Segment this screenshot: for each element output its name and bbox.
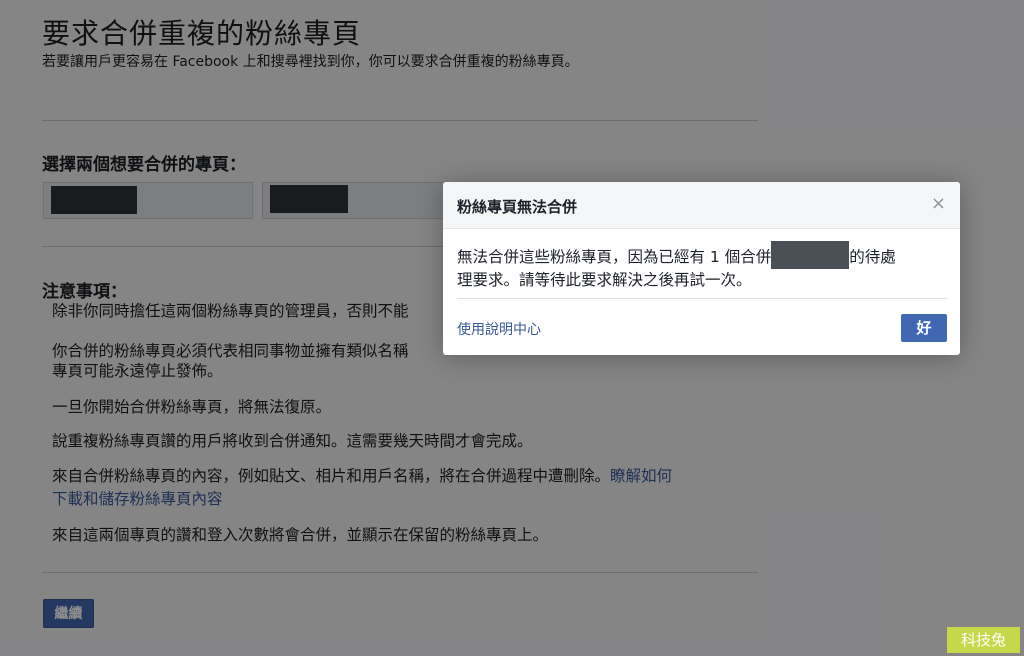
help-center-link[interactable]: 使用說明中心: [457, 319, 541, 339]
merge-error-dialog: 粉絲專頁無法合併 × 無法合併這些粉絲專頁，因為已經有 1 個合併 的待處 理要求…: [443, 182, 960, 355]
redacted-page-name: [771, 241, 850, 269]
ok-button[interactable]: 好: [901, 314, 947, 342]
dialog-header: 粉絲專頁無法合併 ×: [443, 182, 960, 229]
dialog-title: 粉絲專頁無法合併: [457, 198, 578, 216]
dialog-message-part2: 的待處: [849, 248, 896, 266]
dialog-divider: [457, 298, 947, 299]
watermark-logo: 科技兔: [947, 627, 1020, 653]
dialog-message-line2: 理要求。請等待此要求解決之後再試一次。: [457, 271, 752, 289]
dialog-message-part1: 無法合併這些粉絲專頁，因為已經有 1 個合併: [457, 248, 772, 266]
close-icon[interactable]: ×: [931, 194, 946, 214]
dialog-message: 無法合併這些粉絲專頁，因為已經有 1 個合併 的待處 理要求。請等待此要求解決之後…: [457, 241, 947, 292]
